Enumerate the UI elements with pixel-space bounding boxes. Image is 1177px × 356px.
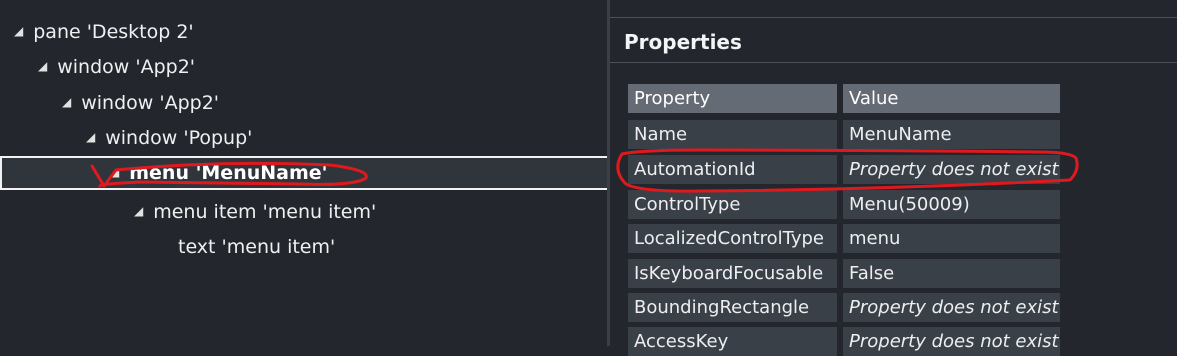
- expand-triangle-icon[interactable]: ◢: [38, 59, 47, 73]
- tree-node-window-app2-inner[interactable]: ◢ window 'App2': [0, 86, 669, 120]
- properties-title: Properties: [624, 30, 742, 54]
- expand-triangle-icon[interactable]: ◢: [110, 165, 119, 179]
- property-value: False: [843, 259, 1060, 288]
- tree-node-label: window 'App2': [81, 92, 220, 114]
- tree-node-pane-desktop2[interactable]: ◢ pane 'Desktop 2': [0, 15, 621, 49]
- property-value: Property does not exist: [843, 327, 1060, 356]
- column-header-property[interactable]: Property: [628, 84, 837, 113]
- property-value: menu: [843, 224, 1060, 253]
- property-name: IsKeyboardFocusable: [628, 259, 837, 288]
- expand-triangle-icon[interactable]: ◢: [134, 204, 143, 218]
- property-name: ControlType: [628, 190, 837, 219]
- table-row[interactable]: AutomationId Property does not exist: [628, 155, 1060, 184]
- tree-node-label: menu item 'menu item': [153, 201, 377, 223]
- table-row[interactable]: AccessKey Property does not exist: [628, 327, 1060, 356]
- tree-node-label: window 'Popup': [105, 127, 253, 149]
- property-value: Menu(50009): [843, 190, 1060, 219]
- tree-node-label: text 'menu item': [178, 236, 336, 258]
- tree-node-window-popup[interactable]: ◢ window 'Popup': [0, 121, 693, 155]
- property-value: MenuName: [843, 120, 1060, 149]
- table-row[interactable]: IsKeyboardFocusable False: [628, 259, 1060, 288]
- table-row[interactable]: Name MenuName: [628, 120, 1060, 149]
- property-value: Property does not exist: [843, 155, 1060, 184]
- table-row[interactable]: ControlType Menu(50009): [628, 190, 1060, 219]
- property-name: Name: [628, 120, 837, 149]
- expand-triangle-icon[interactable]: ◢: [14, 24, 23, 38]
- expand-triangle-icon[interactable]: ◢: [86, 130, 95, 144]
- tree-node-window-app2[interactable]: ◢ window 'App2': [0, 50, 645, 84]
- tree-node-label: menu 'MenuName': [129, 162, 328, 184]
- property-value: Property does not exist: [843, 293, 1060, 322]
- top-strip: [610, 0, 1177, 18]
- property-name: BoundingRectangle: [628, 293, 837, 322]
- grid-header: Property Value: [628, 84, 1060, 113]
- property-name: LocalizedControlType: [628, 224, 837, 253]
- table-row[interactable]: LocalizedControlType menu: [628, 224, 1060, 253]
- expand-triangle-icon[interactable]: ◢: [62, 95, 71, 109]
- divider: [610, 62, 1177, 63]
- property-name: AccessKey: [628, 327, 837, 356]
- element-tree: ◢ pane 'Desktop 2' ◢ window 'App2' ◢ win…: [0, 0, 714, 346]
- column-header-value[interactable]: Value: [843, 84, 1060, 113]
- properties-pane: Properties Property Value Name MenuName …: [610, 0, 1177, 356]
- table-row[interactable]: BoundingRectangle Property does not exis…: [628, 293, 1060, 322]
- tree-node-label: window 'App2': [57, 56, 196, 78]
- tree-node-label: pane 'Desktop 2': [33, 21, 194, 43]
- property-name: AutomationId: [628, 155, 837, 184]
